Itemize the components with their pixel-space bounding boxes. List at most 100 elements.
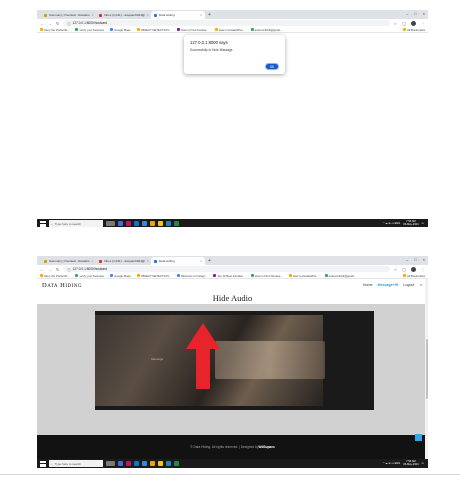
app-icon[interactable]	[126, 221, 131, 226]
edge-icon[interactable]	[134, 461, 139, 466]
sidebar-icon[interactable]: ▢	[402, 267, 406, 272]
photo-highlight	[215, 341, 325, 379]
url-field[interactable]: ⓘ 127.0.0.1:8000/hostcard	[63, 266, 390, 272]
url-field[interactable]: ⓘ 127.0.0.1:8000/hostcard	[63, 20, 390, 26]
task-view-icon[interactable]	[106, 461, 115, 466]
nav-logout[interactable]: Logout	[403, 283, 414, 287]
app-icon[interactable]	[118, 461, 123, 466]
close-icon[interactable]: ×	[92, 13, 94, 17]
forward-icon[interactable]: →	[48, 267, 52, 272]
ok-button[interactable]: OK	[265, 63, 279, 70]
taskbar-search[interactable]: ⌕ Type here to search	[49, 220, 103, 227]
app-icon[interactable]	[174, 461, 179, 466]
scrollbar[interactable]	[425, 279, 428, 459]
close-window-icon[interactable]: ×	[423, 257, 425, 262]
bookmark-item[interactable]: Top 10 Best Familiar...	[213, 274, 245, 278]
tab-gmail[interactable]: Inbox (1,041) - anupam6024@ ×	[96, 257, 150, 265]
folder-icon[interactable]	[158, 461, 163, 466]
app-icon[interactable]	[174, 221, 179, 226]
clock[interactable]: 7:56 AM 06-May-2024	[403, 220, 418, 226]
tray-icons[interactable]: ^ ☁ ⊕ ▭ ENG	[383, 462, 400, 465]
site-info-icon[interactable]: ⓘ	[67, 267, 70, 272]
site-info-icon[interactable]: ⓘ	[67, 21, 70, 26]
notification-icon[interactable]: ▭	[422, 222, 424, 225]
bookmark-item[interactable]: Google Maps	[110, 274, 131, 278]
chrome-icon[interactable]	[150, 221, 155, 226]
bookmark-item[interactable]: How to Avatar&Pre...	[214, 28, 245, 32]
site-brand[interactable]: Data Hiding	[42, 282, 82, 289]
bookmark-item[interactable]: How to Find Dundee...	[176, 28, 209, 32]
footer-author[interactable]: WdSupacs	[258, 445, 274, 449]
notification-icon[interactable]: ▭	[422, 462, 424, 465]
folder-icon[interactable]	[158, 221, 163, 226]
profile-avatar[interactable]	[411, 20, 416, 26]
page-viewport: Data Hiding Home Message+Hi Logout ☺ Hid…	[37, 279, 428, 459]
bookmark-item[interactable]: How to Find Dundee...	[250, 274, 283, 278]
app-icon[interactable]	[118, 221, 123, 226]
reload-icon[interactable]: ↻	[56, 267, 59, 272]
bookmark-item[interactable]: Story the Perfectbl...	[40, 28, 69, 32]
scrollbar-thumb[interactable]	[425, 339, 428, 399]
bookmark-item[interactable]: anamonth04@gmail...	[250, 28, 282, 32]
close-icon[interactable]: ×	[92, 259, 94, 263]
nav-home[interactable]: Home	[363, 283, 373, 287]
upload-arrow-icon[interactable]	[186, 323, 220, 389]
close-window-icon[interactable]: ×	[423, 11, 425, 16]
reload-icon[interactable]: ↻	[56, 21, 59, 26]
menu-icon[interactable]: ⋮	[421, 267, 425, 272]
new-tab-icon[interactable]: +	[208, 12, 211, 18]
close-icon[interactable]: ×	[200, 13, 202, 17]
user-icon[interactable]: ☺	[419, 283, 423, 287]
bookmark-item[interactable]: OBJECT DETECTION...	[136, 28, 171, 32]
close-icon[interactable]: ×	[200, 259, 202, 263]
tab-overleaf[interactable]: Summary | Overleaf - Readers ×	[41, 257, 95, 265]
nav-message-hide[interactable]: Message+Hi	[377, 283, 398, 287]
chrome-icon[interactable]	[150, 461, 155, 466]
all-bookmarks[interactable]: All Bookmarks	[403, 28, 425, 32]
app-icon[interactable]	[166, 221, 171, 226]
new-tab-icon[interactable]: +	[208, 258, 211, 264]
maximize-icon[interactable]: □	[414, 257, 416, 262]
taskbar-search[interactable]: ⌕ Type here to search	[49, 460, 103, 467]
profile-avatar[interactable]	[411, 266, 416, 272]
bookmark-item[interactable]: Google Maps	[110, 28, 131, 32]
bookmark-item[interactable]: Story the Perfectbl...	[40, 274, 69, 278]
bookmark-item[interactable]: anamonth04@gmail...	[324, 274, 356, 278]
store-icon[interactable]	[142, 221, 147, 226]
windows-start-icon[interactable]	[40, 220, 46, 227]
bookmark-item[interactable]: OBJECT DETECTION...	[136, 274, 171, 278]
minimize-icon[interactable]: –	[406, 257, 408, 262]
address-bar: ← → ↻ ⓘ 127.0.0.1:8000/hostcard ☆ ▢ ⋮	[37, 265, 428, 273]
store-icon[interactable]	[142, 461, 147, 466]
page-viewport: 127.0.0.1:8000 says Successfully to Hide…	[37, 33, 428, 219]
maximize-icon[interactable]: □	[414, 11, 416, 16]
tray-icons[interactable]: ^ ☁ ⊕ ▭ ENG	[383, 222, 400, 225]
bookmark-item[interactable]: verify your business	[75, 28, 104, 32]
clock[interactable]: 7:56 AM 06-May-2024	[403, 460, 418, 466]
bookmark-label: verify your business	[79, 27, 105, 32]
star-icon[interactable]: ☆	[394, 21, 398, 26]
close-icon[interactable]: ×	[147, 13, 149, 17]
edge-icon[interactable]	[134, 221, 139, 226]
tab-data-hiding[interactable]: Data Hiding ×	[151, 11, 205, 19]
close-icon[interactable]: ×	[147, 259, 149, 263]
bookmark-item[interactable]: verify your business	[75, 274, 104, 278]
bookmark-item[interactable]: Welcome to Instagr...	[176, 274, 207, 278]
tab-data-hiding[interactable]: Data Hiding ×	[151, 257, 205, 265]
scroll-top-button[interactable]	[415, 434, 422, 441]
forward-icon[interactable]: →	[48, 21, 52, 26]
back-icon[interactable]: ←	[40, 21, 44, 26]
sidebar-icon[interactable]: ▢	[402, 21, 406, 26]
menu-icon[interactable]: ⋮	[421, 21, 425, 26]
all-bookmarks[interactable]: All Bookmarks	[403, 274, 425, 278]
tab-overleaf[interactable]: Summary | Overleaf - Readers ×	[41, 11, 95, 19]
back-icon[interactable]: ←	[40, 267, 44, 272]
app-icon[interactable]	[166, 461, 171, 466]
bookmark-item[interactable]: How to Avatar&Pre...	[288, 274, 319, 278]
star-icon[interactable]: ☆	[394, 267, 398, 272]
task-view-icon[interactable]	[106, 221, 115, 226]
app-icon[interactable]	[126, 461, 131, 466]
windows-start-icon[interactable]	[40, 460, 46, 467]
minimize-icon[interactable]: –	[406, 11, 408, 16]
tab-gmail[interactable]: Inbox (1,041) - anupam6024@ ×	[96, 11, 150, 19]
